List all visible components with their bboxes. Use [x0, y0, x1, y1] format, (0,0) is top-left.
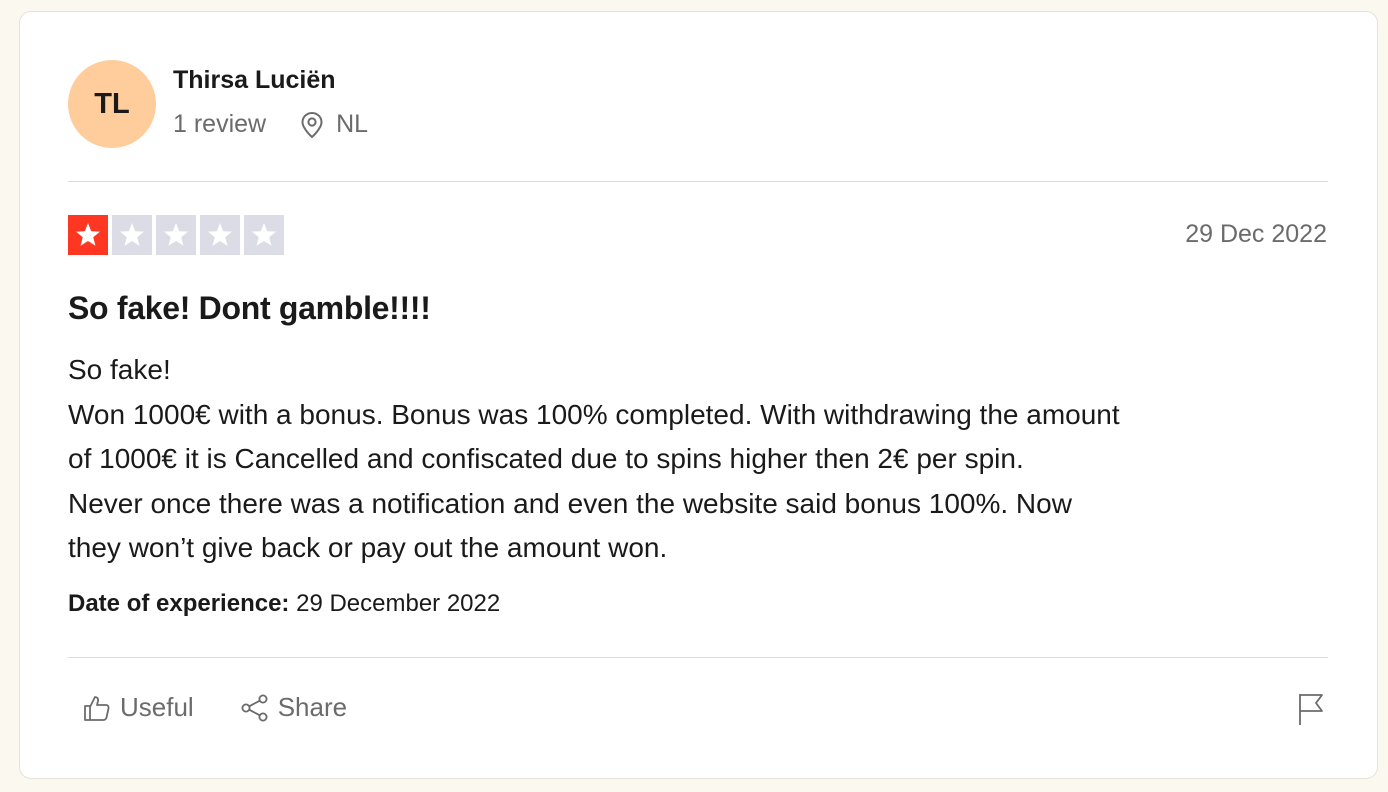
review-actions: Useful Share	[82, 692, 347, 723]
author-meta: 1 review NL	[173, 110, 368, 139]
star-icon	[244, 215, 284, 255]
review-body-line: they won’t give back or pay out the amou…	[68, 532, 668, 563]
flag-icon	[1297, 692, 1325, 731]
review-date: 29 Dec 2022	[1185, 220, 1327, 248]
review-body-line: Never once there was a notification and …	[68, 487, 1072, 519]
review-body: So fake! Won 1000€ with a bonus. Bonus wa…	[68, 348, 1348, 571]
location-pin-icon	[300, 111, 324, 139]
star-icon	[68, 215, 108, 255]
useful-label: Useful	[120, 692, 194, 722]
star-icon	[200, 215, 240, 255]
review-body-line: Won 1000€ with a bonus. Bonus was 100% c…	[68, 398, 1120, 430]
review-title[interactable]: So fake! Dont gamble!!!!	[68, 290, 431, 327]
thumbs-up-icon	[82, 693, 112, 723]
review-count: 1 review	[173, 110, 267, 138]
share-button[interactable]: Share	[240, 692, 347, 723]
date-of-experience: Date of experience: 29 December 2022	[68, 590, 500, 618]
star-rating	[68, 215, 284, 255]
share-icon	[240, 693, 270, 723]
experience-label: Date of experience:	[68, 590, 290, 617]
star-icon	[156, 215, 196, 255]
review-body-line: So fake!	[68, 354, 171, 385]
useful-button[interactable]: Useful	[82, 692, 194, 723]
star-icon	[112, 215, 152, 255]
review-header: TL Thirsa Luciën 1 review NL	[68, 60, 668, 150]
share-label: Share	[277, 692, 348, 722]
report-flag-button[interactable]	[1297, 692, 1325, 731]
author-country: NL	[336, 110, 369, 138]
divider	[68, 657, 1328, 658]
avatar[interactable]: TL	[68, 60, 156, 148]
review-card: TL Thirsa Luciën 1 review NL 29 Dec 2022…	[19, 11, 1378, 779]
divider	[68, 181, 1328, 182]
experience-date: 29 December 2022	[289, 590, 501, 617]
review-body-line: of 1000€ it is Cancelled and confiscated…	[68, 443, 1024, 474]
author-name[interactable]: Thirsa Luciën	[173, 66, 336, 95]
